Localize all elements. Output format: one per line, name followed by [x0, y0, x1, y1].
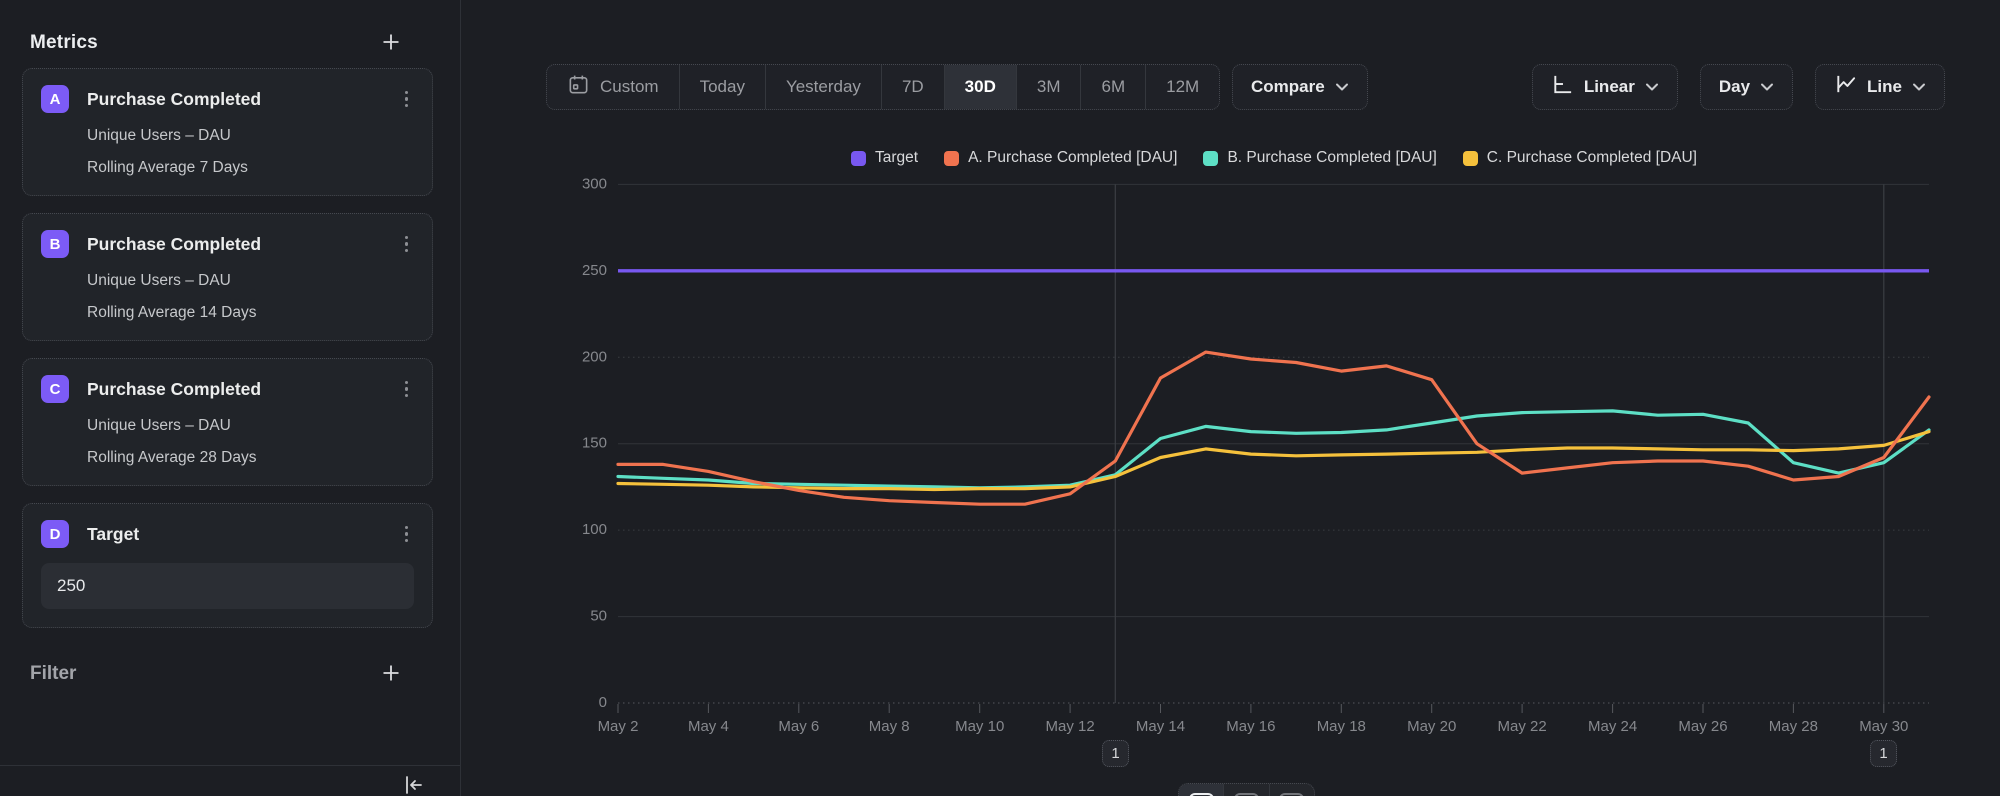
metric-badge-c: C: [41, 375, 69, 403]
kebab-menu-icon[interactable]: [399, 377, 415, 402]
x-tick-label: May 8: [869, 718, 910, 735]
metric-measurement: Unique Users – DAU: [87, 272, 414, 290]
plus-icon: [380, 31, 402, 56]
metric-measurement: Unique Users – DAU: [87, 417, 414, 435]
annotation-badge[interactable]: 1: [1870, 740, 1897, 767]
series-line-c: [618, 432, 1929, 490]
metric-rolling-average: Rolling Average 28 Days: [87, 449, 414, 467]
x-tick-label: May 10: [955, 718, 1004, 735]
x-tick-label: May 30: [1859, 718, 1908, 735]
main-panel: Custom Today Yesterday 7D 30D 3M 6M 12M …: [461, 0, 2000, 796]
y-tick-label: 300: [582, 175, 607, 192]
plus-icon: [380, 662, 402, 687]
metric-title: Purchase Completed: [87, 379, 399, 400]
app-root: Metrics A Purchase Completed Unique User…: [0, 0, 2000, 796]
y-tick-label: 250: [582, 262, 607, 279]
kebab-menu-icon[interactable]: [399, 522, 415, 547]
metric-card-b[interactable]: B Purchase Completed Unique Users – DAU …: [22, 213, 433, 341]
view-toggle-control: [1178, 783, 1315, 796]
x-tick-label: May 18: [1317, 718, 1366, 735]
add-filter-button[interactable]: [378, 660, 404, 689]
sidebar-footer: [0, 765, 460, 796]
filter-title: Filter: [30, 663, 76, 685]
view-toggle-chart[interactable]: [1179, 784, 1224, 796]
x-tick-label: May 26: [1678, 718, 1727, 735]
y-tick-label: 50: [590, 608, 607, 625]
metric-measurement: Unique Users – DAU: [87, 127, 414, 145]
metric-badge-d: D: [41, 520, 69, 548]
y-tick-label: 200: [582, 348, 607, 365]
x-tick-label: May 22: [1497, 718, 1546, 735]
kebab-menu-icon[interactable]: [399, 232, 415, 257]
y-tick-label: 150: [582, 435, 607, 452]
metric-rolling-average: Rolling Average 14 Days: [87, 304, 414, 322]
sidebar: Metrics A Purchase Completed Unique User…: [0, 0, 461, 796]
metrics-title: Metrics: [30, 32, 98, 54]
x-tick-label: May 14: [1136, 718, 1185, 735]
metric-card-c[interactable]: C Purchase Completed Unique Users – DAU …: [22, 358, 433, 486]
add-metric-button[interactable]: [378, 29, 404, 58]
target-value-input[interactable]: [41, 563, 414, 609]
metric-badge-a: A: [41, 85, 69, 113]
metrics-header: Metrics: [0, 0, 460, 60]
collapse-panel-icon: [402, 784, 424, 796]
metric-title: Purchase Completed: [87, 234, 399, 255]
collapse-sidebar-button[interactable]: [402, 774, 424, 796]
target-title: Target: [87, 524, 399, 545]
x-tick-label: May 24: [1588, 718, 1637, 735]
series-line-a: [618, 352, 1929, 504]
line-chart: 0 50 100 150 200 250 300 May 2 May 4 May 6 May 8 Ma…: [461, 0, 2000, 796]
x-tick-label: May 16: [1226, 718, 1275, 735]
target-card[interactable]: D Target: [22, 503, 433, 628]
filter-header: Filter: [0, 654, 460, 694]
x-tick-label: May 12: [1045, 718, 1094, 735]
metric-rolling-average: Rolling Average 7 Days: [87, 159, 414, 177]
x-tick-label: May 20: [1407, 718, 1456, 735]
x-tick-label: May 28: [1769, 718, 1818, 735]
x-tick-label: May 2: [598, 718, 639, 735]
view-toggle-metric[interactable]: [1270, 784, 1314, 796]
metric-card-list: A Purchase Completed Unique Users – DAU …: [0, 60, 460, 628]
kebab-menu-icon[interactable]: [399, 87, 415, 112]
annotation-badge[interactable]: 1: [1102, 740, 1129, 767]
x-tick-label: May 4: [688, 718, 729, 735]
metric-badge-b: B: [41, 230, 69, 258]
metric-card-a[interactable]: A Purchase Completed Unique Users – DAU …: [22, 68, 433, 196]
y-tick-label: 100: [582, 521, 607, 538]
metric-title: Purchase Completed: [87, 89, 399, 110]
view-toggle-table[interactable]: [1224, 784, 1269, 796]
y-tick-label: 0: [599, 694, 607, 711]
x-tick-label: May 6: [778, 718, 819, 735]
